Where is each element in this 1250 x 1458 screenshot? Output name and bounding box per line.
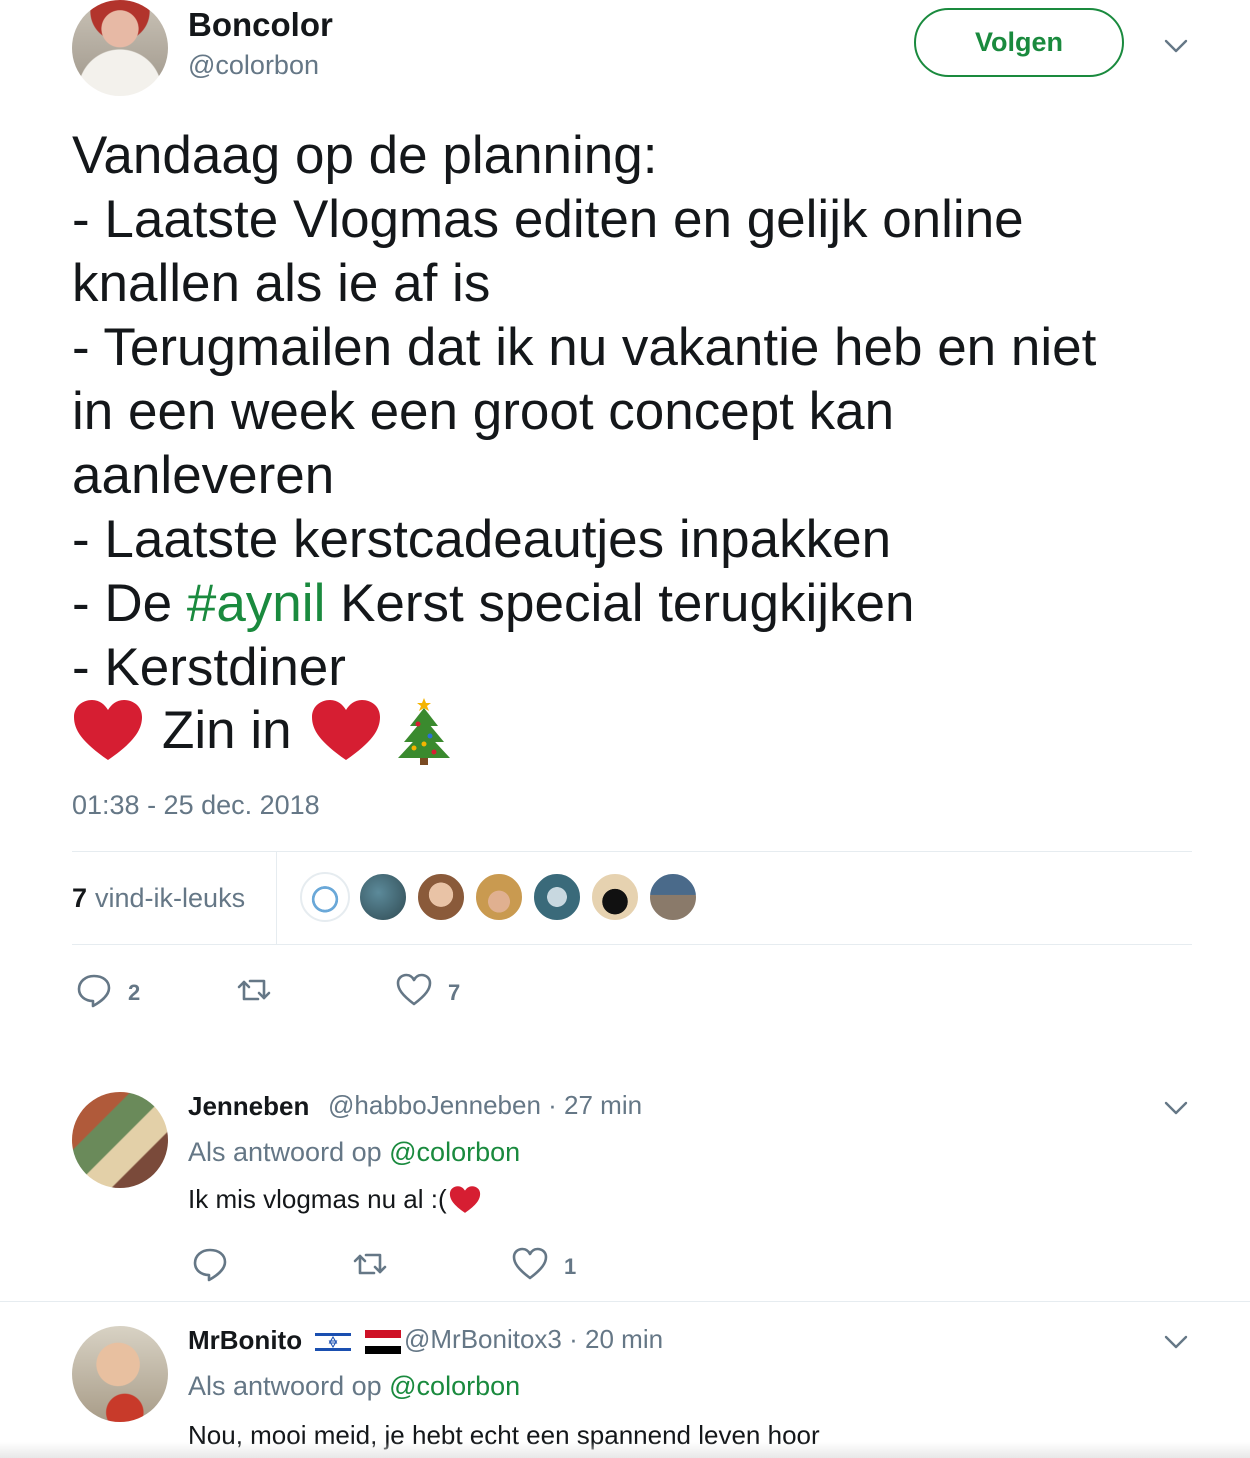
liker-avatar[interactable] [648, 872, 698, 922]
hashtag-prefix: - De [72, 574, 187, 633]
chevron-down-icon[interactable] [1162, 1094, 1190, 1122]
tweet-line: in een week een groot concept kan [72, 382, 895, 441]
reply-to-prefix: Als antwoord op [188, 1137, 382, 1167]
reply-to-mention[interactable]: @colorbon [389, 1137, 520, 1167]
reply-to-mention[interactable]: @colorbon [389, 1371, 520, 1401]
tweet-actions: 2 7 [76, 972, 460, 1013]
like-button[interactable]: 1 [512, 1246, 576, 1287]
flag-israel-icon [315, 1330, 352, 1355]
retweet-button[interactable] [236, 972, 396, 1013]
liker-avatar[interactable] [590, 872, 640, 922]
heart-emoji-icon [449, 1185, 481, 1215]
reply-display-name-text[interactable]: MrBonito [188, 1325, 302, 1355]
tweet-line: knallen als ie af is [72, 254, 491, 313]
reply-actions: 1 [192, 1246, 576, 1287]
reply-to-prefix: Als antwoord op [188, 1371, 382, 1401]
author-display-name[interactable]: Boncolor [188, 6, 333, 44]
retweet-icon [236, 972, 272, 1013]
divider [72, 944, 1192, 945]
reply-handle[interactable]: @MrBonitox3 [404, 1324, 562, 1354]
like-button[interactable]: 7 [396, 972, 460, 1013]
reply-avatar[interactable] [72, 1326, 168, 1422]
christmas-tree-icon [394, 696, 454, 766]
tweet-text: Vandaag op de planning: - Laatste Vlogma… [72, 124, 1192, 766]
reply-to-line: Als antwoord op @colorbon [188, 1137, 520, 1168]
reply-to-line: Als antwoord op @colorbon [188, 1371, 520, 1402]
liker-avatar[interactable] [474, 872, 524, 922]
like-icon [396, 972, 432, 1013]
emoji-line-text: Zin in [162, 701, 292, 760]
follow-button[interactable]: Volgen [914, 8, 1124, 77]
reply-handle-time: @habboJenneben · 27 min [328, 1090, 642, 1121]
chevron-down-icon[interactable] [1162, 32, 1190, 60]
liker-avatar[interactable] [416, 872, 466, 922]
reply-handle-time: @MrBonitox3 · 20 min [404, 1324, 663, 1355]
tweet-line: - Laatste kerstcadeautjes inpakken [72, 510, 892, 569]
like-count: 7 [448, 979, 461, 1005]
author-handle[interactable]: @colorbon [188, 50, 319, 81]
reply-text-content: Ik mis vlogmas nu al :( [188, 1184, 447, 1214]
liker-avatars [300, 872, 706, 922]
tweet-line-hashtag: - De #aynil Kerst special terugkijken [72, 572, 1192, 636]
heart-emoji-icon [72, 698, 144, 764]
tweet-line: - Terugmailen dat ik nu vakantie heb en … [72, 318, 1097, 377]
reply-display-name[interactable]: Jenneben [188, 1091, 309, 1122]
reply-handle[interactable]: @habboJenneben [328, 1090, 541, 1120]
reply-icon [76, 972, 112, 1013]
likes-stat[interactable]: 7 vind-ik-leuks [72, 852, 277, 944]
like-count: 1 [564, 1253, 577, 1279]
like-icon [512, 1246, 548, 1287]
bottom-shadow [0, 1442, 1250, 1458]
tweet-timestamp[interactable]: 01:38 - 25 dec. 2018 [72, 790, 320, 821]
likes-label: vind-ik-leuks [95, 882, 246, 913]
author-avatar[interactable] [72, 0, 168, 96]
liker-avatar[interactable] [300, 872, 350, 922]
heart-emoji-icon [310, 698, 382, 764]
emoji-line: Zin in [72, 696, 1192, 766]
reply-time[interactable]: · 27 min [548, 1090, 642, 1120]
reply-avatar[interactable] [72, 1092, 168, 1188]
tweet-line: Vandaag op de planning: [72, 126, 658, 185]
likes-count: 7 [72, 882, 88, 913]
liker-avatar[interactable] [358, 872, 408, 922]
reply-divider [0, 1301, 1250, 1302]
reply-button[interactable] [192, 1246, 352, 1287]
reply-time[interactable]: · 20 min [569, 1324, 663, 1354]
reply-icon [192, 1246, 228, 1287]
reply-count: 2 [128, 979, 141, 1005]
tweet-line: - Kerstdiner [72, 638, 346, 697]
tweet-line: - Laatste Vlogmas editen en gelijk onlin… [72, 190, 1024, 249]
reply-button[interactable]: 2 [76, 972, 236, 1013]
reply-display-name: MrBonito [188, 1325, 401, 1356]
liker-avatar[interactable] [532, 872, 582, 922]
chevron-down-icon[interactable] [1162, 1328, 1190, 1356]
hashtag-suffix: Kerst special terugkijken [325, 574, 915, 633]
hashtag-link[interactable]: #aynil [187, 574, 325, 633]
retweet-button[interactable] [352, 1246, 512, 1287]
tweet-line: aanleveren [72, 446, 335, 505]
retweet-icon [352, 1246, 388, 1287]
flag-egypt-icon [364, 1330, 401, 1355]
reply-text: Ik mis vlogmas nu al :( [188, 1184, 481, 1215]
